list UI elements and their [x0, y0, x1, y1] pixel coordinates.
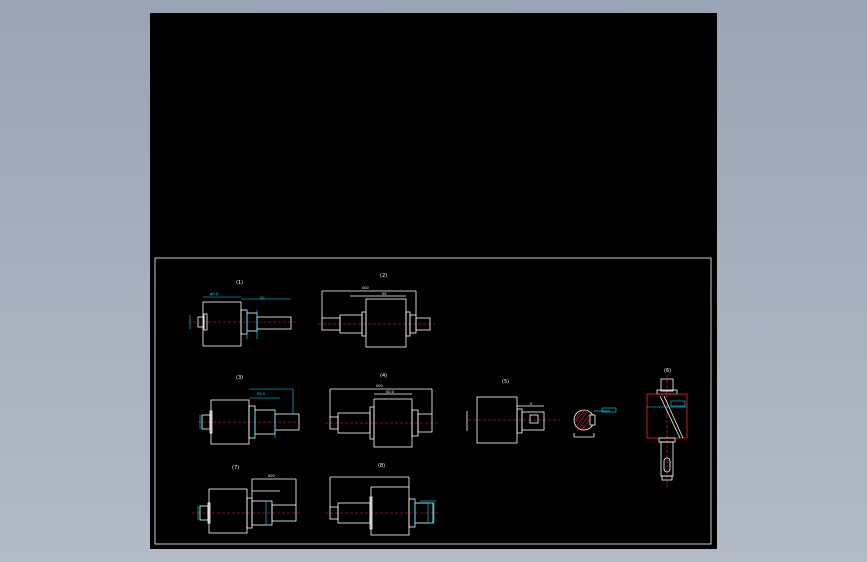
- view-label-5: (5): [502, 379, 509, 385]
- view-label-2: (2): [380, 273, 387, 279]
- svg-text:00: 00: [382, 292, 386, 296]
- shaft-view-4[interactable]: (4) 000 00.0: [325, 373, 440, 448]
- view-label-1: (1): [236, 280, 243, 286]
- svg-text:00.0: 00.0: [386, 390, 394, 394]
- shaft-view-5[interactable]: (5) 0: [466, 379, 560, 444]
- svg-text:00.0: 00.0: [257, 392, 265, 396]
- view-label-4: (4): [380, 373, 387, 379]
- shaft-view-8[interactable]: (7) 000: [192, 465, 302, 534]
- cad-viewport[interactable]: (1) φ0.0 00 (2) 000 00 (3) 00.0 (4) 000 …: [150, 13, 717, 549]
- shaft-view-9[interactable]: (8): [325, 463, 438, 536]
- svg-text:000: 000: [376, 384, 383, 388]
- svg-text:000: 000: [362, 286, 369, 290]
- view-label-7: (7): [232, 465, 239, 471]
- shaft-view-2[interactable]: (2) 000 00: [318, 273, 435, 348]
- drawing-canvas[interactable]: (1) φ0.0 00 (2) 000 00 (3) 00.0 (4) 000 …: [150, 13, 717, 549]
- view-label-8: (8): [378, 463, 385, 469]
- shaft-view-3[interactable]: (3) 00.0: [198, 375, 300, 445]
- svg-text:00: 00: [260, 296, 264, 300]
- shaft-view-1[interactable]: (1) φ0.0 00: [188, 280, 298, 347]
- svg-text:φ0.0: φ0.0: [210, 292, 218, 296]
- svg-text:0: 0: [530, 402, 532, 406]
- view-label-6: (6): [664, 368, 671, 374]
- svg-text:000: 000: [268, 474, 275, 478]
- vertical-view[interactable]: (6): [646, 368, 688, 487]
- view-label-3: (3): [236, 375, 243, 381]
- keyway-section[interactable]: [573, 407, 617, 438]
